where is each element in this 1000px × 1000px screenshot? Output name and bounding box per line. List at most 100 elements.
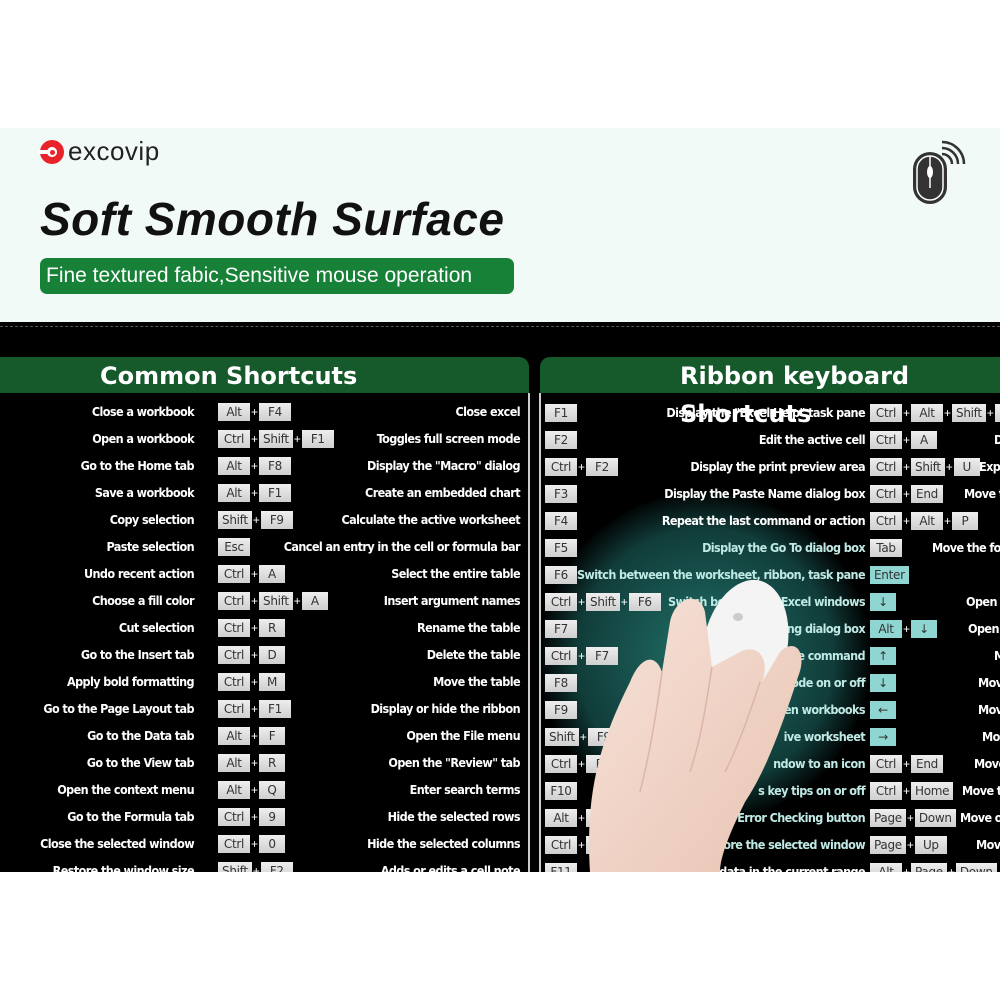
plus-sign: + bbox=[986, 406, 994, 420]
key-arrow: ↑ bbox=[870, 647, 896, 665]
plus-sign: + bbox=[577, 811, 585, 825]
key-ctrl: Ctrl bbox=[218, 430, 250, 448]
shortcut-description: ode on or off bbox=[791, 675, 865, 690]
key-a: A bbox=[259, 565, 285, 583]
key-ctrl: Ctrl bbox=[870, 431, 902, 449]
plus-sign: + bbox=[250, 432, 258, 446]
key-combo: F4 bbox=[545, 512, 577, 530]
key-alt: Alt bbox=[218, 403, 250, 421]
key-combo: Alt + F4 bbox=[218, 403, 291, 421]
shortcut-description: Display or hide the ribbon bbox=[370, 701, 521, 716]
key-f4: F4 bbox=[545, 512, 577, 530]
plus-sign: + bbox=[579, 730, 587, 744]
headline: Soft Smooth Surface bbox=[40, 193, 505, 245]
key-f4: F4 bbox=[259, 403, 291, 421]
plus-sign: + bbox=[252, 513, 260, 527]
plus-sign: + bbox=[902, 622, 910, 636]
key-combo: F10 bbox=[545, 782, 577, 800]
key-shift: Shift bbox=[911, 458, 945, 476]
key-esc: Esc bbox=[218, 538, 250, 556]
key-shift: Shift bbox=[259, 592, 293, 610]
shortcut-description: Toggles full screen mode bbox=[376, 431, 521, 446]
shortcut-description: Undo recent action bbox=[83, 566, 195, 581]
plus-sign: + bbox=[947, 865, 955, 872]
shortcut-description: Switch between the worksheet, ribbon, ta… bbox=[576, 567, 866, 582]
key-ctrl: Ctrl bbox=[870, 782, 902, 800]
shortcut-description: Display the print preview area bbox=[690, 459, 865, 474]
key-d: D bbox=[259, 646, 285, 664]
plus-sign: + bbox=[293, 432, 301, 446]
key-combo: Ctrl + F bbox=[545, 755, 612, 773]
shortcut-description: D bbox=[994, 432, 1000, 447]
key-combo: Ctrl + Shift + U bbox=[870, 458, 980, 476]
key-f11: F11 bbox=[545, 863, 577, 872]
key-combo: → bbox=[870, 728, 896, 746]
key-combo: F5 bbox=[545, 539, 577, 557]
mouse-pad: Common Shortcuts Ribbon keyboard Shortcu… bbox=[0, 322, 1000, 872]
shortcut-description: s key tips on or off bbox=[758, 783, 865, 798]
key-combo: F3 bbox=[545, 485, 577, 503]
key-combo: Ctrl + Shift + F6 bbox=[545, 593, 661, 611]
plus-sign: + bbox=[250, 675, 258, 689]
plus-sign: + bbox=[250, 810, 258, 824]
key-home: Home bbox=[911, 782, 954, 800]
key-combo: Alt + R bbox=[218, 754, 285, 772]
plus-sign: + bbox=[902, 784, 910, 798]
shortcut-description: Open the "Review" tab bbox=[388, 755, 520, 770]
key-combo: Ctrl + End bbox=[870, 755, 943, 773]
plus-sign: + bbox=[945, 460, 953, 474]
shortcut-description: ndow to an icon bbox=[773, 756, 865, 771]
key-f6: F6 bbox=[628, 593, 661, 611]
shortcut-description: Calculate the active worksheet bbox=[341, 512, 521, 527]
shortcut-description: Move t bbox=[962, 783, 1000, 798]
key-combo: Ctrl + A bbox=[870, 431, 937, 449]
plus-sign: + bbox=[293, 594, 301, 608]
key-f8: F8 bbox=[259, 457, 291, 475]
shortcut-description: Create an embedded chart bbox=[365, 485, 521, 500]
shortcut-description: ove command bbox=[783, 648, 866, 663]
key-combo: F6 bbox=[545, 566, 577, 584]
key-f10: F10 bbox=[545, 782, 577, 800]
key-combo: Shift + F2 bbox=[218, 862, 293, 872]
key-arrow: → bbox=[870, 728, 896, 746]
tagline-badge: Fine textured fabic,Sensitive mouse oper… bbox=[40, 258, 514, 294]
shortcut-description: Display the "Macro" dialog bbox=[366, 458, 521, 473]
key-ctrl: Ctrl bbox=[218, 808, 250, 826]
key-combo: Ctrl+Alt+Shift+F9 bbox=[870, 404, 1000, 422]
ribbon-shortcuts-header: Ribbon keyboard Shortcuts bbox=[540, 357, 1000, 428]
plus-sign: + bbox=[250, 783, 258, 797]
key-combo: Shift + F9 bbox=[545, 728, 620, 746]
key-combo: F1 bbox=[545, 404, 577, 422]
key-f2: F2 bbox=[260, 862, 293, 872]
shortcut-description: Display the "Excel Help" task pane bbox=[666, 405, 865, 420]
key-combo: Ctrl + D bbox=[218, 646, 285, 664]
key-ctrl: Ctrl bbox=[218, 673, 250, 691]
key-f1: F1 bbox=[259, 484, 291, 502]
plus-sign: + bbox=[250, 756, 258, 770]
key-combo: Ctrl + F2 bbox=[545, 458, 618, 476]
key-alt: Alt bbox=[218, 781, 250, 799]
shortcut-description: store the selected window bbox=[712, 837, 865, 852]
key-shift: Shift bbox=[545, 728, 579, 746]
key-combo: ← bbox=[870, 701, 896, 719]
key-combo: Alt + Page + Down bbox=[870, 863, 997, 872]
key-page: Page bbox=[870, 809, 906, 827]
key-ctrl: Ctrl bbox=[218, 565, 250, 583]
key-f3: F3 bbox=[545, 485, 577, 503]
key-combo: Alt + S bbox=[545, 809, 612, 827]
shortcut-description: Mov bbox=[976, 837, 1000, 852]
plus-sign: + bbox=[250, 594, 258, 608]
key-arrow: ↓ bbox=[870, 674, 896, 692]
shortcut-description: Go to the View tab bbox=[86, 755, 195, 770]
key-combo: Ctrl +0 bbox=[218, 835, 285, 853]
key-combo: Alt + Q bbox=[218, 781, 285, 799]
shortcut-description: Hide the selected columns bbox=[367, 836, 521, 851]
plus-sign: + bbox=[250, 648, 258, 662]
key-f9: F9 bbox=[545, 701, 577, 719]
key-r: R bbox=[259, 619, 285, 637]
key-end: End bbox=[911, 755, 943, 773]
plus-sign: + bbox=[943, 406, 951, 420]
key-f9: F9 bbox=[994, 404, 1000, 422]
plus-sign: + bbox=[943, 514, 951, 528]
panel-divider bbox=[539, 393, 541, 872]
